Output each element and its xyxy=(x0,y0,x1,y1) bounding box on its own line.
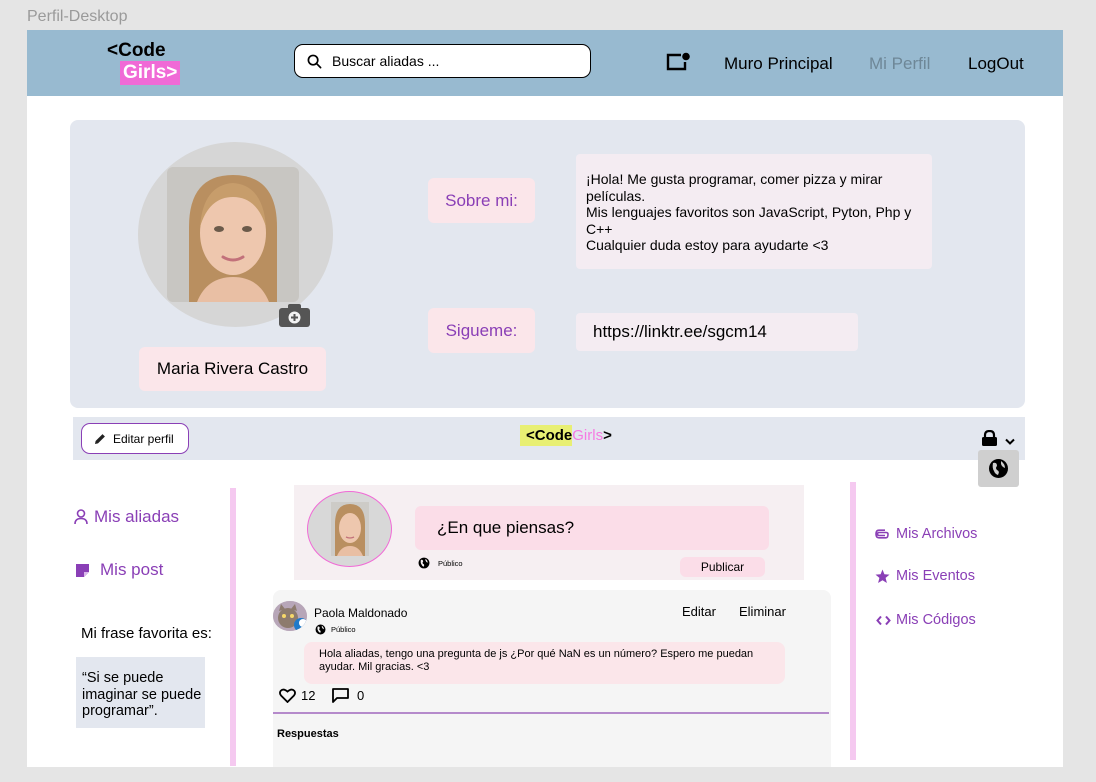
codegirls-mini-logo: <CodeGirls> xyxy=(520,425,612,446)
sidebar-events-label: Mis Eventos xyxy=(896,568,975,584)
right-divider xyxy=(850,482,856,760)
favorite-quote-label: Mi frase favorita es: xyxy=(81,625,212,642)
sidebar-files-label: Mis Archivos xyxy=(896,526,978,542)
globe-icon xyxy=(315,624,326,635)
left-divider xyxy=(230,488,236,766)
post-text: Hola aliadas, tengo una pregunta de js ¿… xyxy=(304,642,785,684)
post-composer: Público Publicar xyxy=(294,485,804,580)
nav-logout[interactable]: LogOut xyxy=(968,54,1024,74)
privacy-dropdown[interactable] xyxy=(981,429,1016,451)
social-link[interactable]: https://linktr.ee/sgcm14 xyxy=(576,313,858,351)
chevron-down-icon xyxy=(1005,438,1016,445)
replies-heading: Respuestas xyxy=(277,728,339,740)
profile-card: Maria Rivera Castro Sobre mi: ¡Hola! Me … xyxy=(70,120,1025,408)
comment-count: 0 xyxy=(357,688,365,703)
sidebar-item-codes[interactable]: Mis Códigos xyxy=(876,612,976,628)
composer-privacy[interactable]: Público xyxy=(418,557,463,569)
sidebar-allies-label: Mis aliadas xyxy=(94,507,180,526)
camera-icon[interactable] xyxy=(279,304,310,332)
globe-icon xyxy=(418,557,430,569)
globe-icon xyxy=(989,459,1008,478)
post-divider xyxy=(273,712,829,714)
favorite-quote: “Si se puede imaginar se puede programar… xyxy=(76,657,205,728)
top-navbar: <Code Girls> Muro Principal Mi Perfil Lo… xyxy=(27,30,1063,96)
post-delete-button[interactable]: Eliminar xyxy=(739,604,786,619)
sidebar-item-allies[interactable]: Mis aliadas xyxy=(74,507,179,527)
page-frame: <Code Girls> Muro Principal Mi Perfil Lo… xyxy=(27,30,1063,767)
pencil-icon xyxy=(95,433,105,444)
sidebar-item-events[interactable]: Mis Eventos xyxy=(875,568,975,584)
mini-logo-code: <Code xyxy=(520,425,573,446)
notification-icon[interactable] xyxy=(665,52,691,77)
sidebar-item-posts[interactable]: Mis post xyxy=(76,560,163,580)
note-icon xyxy=(76,563,89,577)
search-icon xyxy=(307,54,322,68)
search-input[interactable] xyxy=(332,53,572,69)
about-text: ¡Hola! Me gusta programar, comer pizza y… xyxy=(576,154,932,269)
paperclip-icon xyxy=(875,529,889,539)
post-edit-button[interactable]: Editar xyxy=(682,604,716,619)
like-count: 12 xyxy=(301,688,316,703)
mini-logo-end: > xyxy=(603,427,612,444)
composer-input[interactable] xyxy=(415,506,769,550)
profile-photo xyxy=(167,167,299,302)
follow-label: Sigueme: xyxy=(428,308,535,353)
frame-label: Perfil-Desktop xyxy=(27,8,128,25)
search-bar[interactable] xyxy=(294,44,591,78)
mini-logo-girls: Girls xyxy=(572,427,604,444)
code-icon xyxy=(876,615,891,625)
logo-line1: <Code xyxy=(107,40,166,61)
like-button[interactable]: 12 xyxy=(279,688,315,703)
comment-icon xyxy=(332,688,349,703)
logo-line2: Girls> xyxy=(120,61,181,85)
sidebar-item-files[interactable]: Mis Archivos xyxy=(875,526,977,542)
sidebar-codes-label: Mis Códigos xyxy=(896,612,976,628)
profile-avatar xyxy=(138,142,333,327)
composer-avatar xyxy=(307,491,392,567)
nav-muro-principal[interactable]: Muro Principal xyxy=(724,54,833,74)
codegirls-logo[interactable]: <Code Girls> xyxy=(107,40,181,85)
star-icon xyxy=(875,569,890,583)
sidebar-posts-label: Mis post xyxy=(100,560,164,579)
edit-profile-button[interactable]: Editar perfil xyxy=(81,423,189,454)
nav-mi-perfil[interactable]: Mi Perfil xyxy=(869,54,930,74)
person-icon xyxy=(74,509,88,525)
heart-icon xyxy=(279,688,296,703)
post-author-name[interactable]: Paola Maldonado xyxy=(314,606,407,620)
edit-profile-label: Editar perfil xyxy=(113,431,174,446)
composer-privacy-label: Público xyxy=(438,558,463,568)
profile-toolbar: Editar perfil <CodeGirls> xyxy=(73,417,1025,460)
comment-button[interactable]: 0 xyxy=(332,688,364,703)
post-privacy: Público xyxy=(315,624,356,635)
profile-name: Maria Rivera Castro xyxy=(139,347,326,391)
public-visibility-button[interactable] xyxy=(978,450,1019,487)
lock-icon xyxy=(982,429,997,446)
post-privacy-label: Público xyxy=(331,625,356,634)
publish-button[interactable]: Publicar xyxy=(680,557,765,577)
post-card: Paola Maldonado Público Editar Eliminar … xyxy=(273,590,831,767)
post-author-avatar xyxy=(273,601,307,631)
about-label: Sobre mi: xyxy=(428,178,535,223)
